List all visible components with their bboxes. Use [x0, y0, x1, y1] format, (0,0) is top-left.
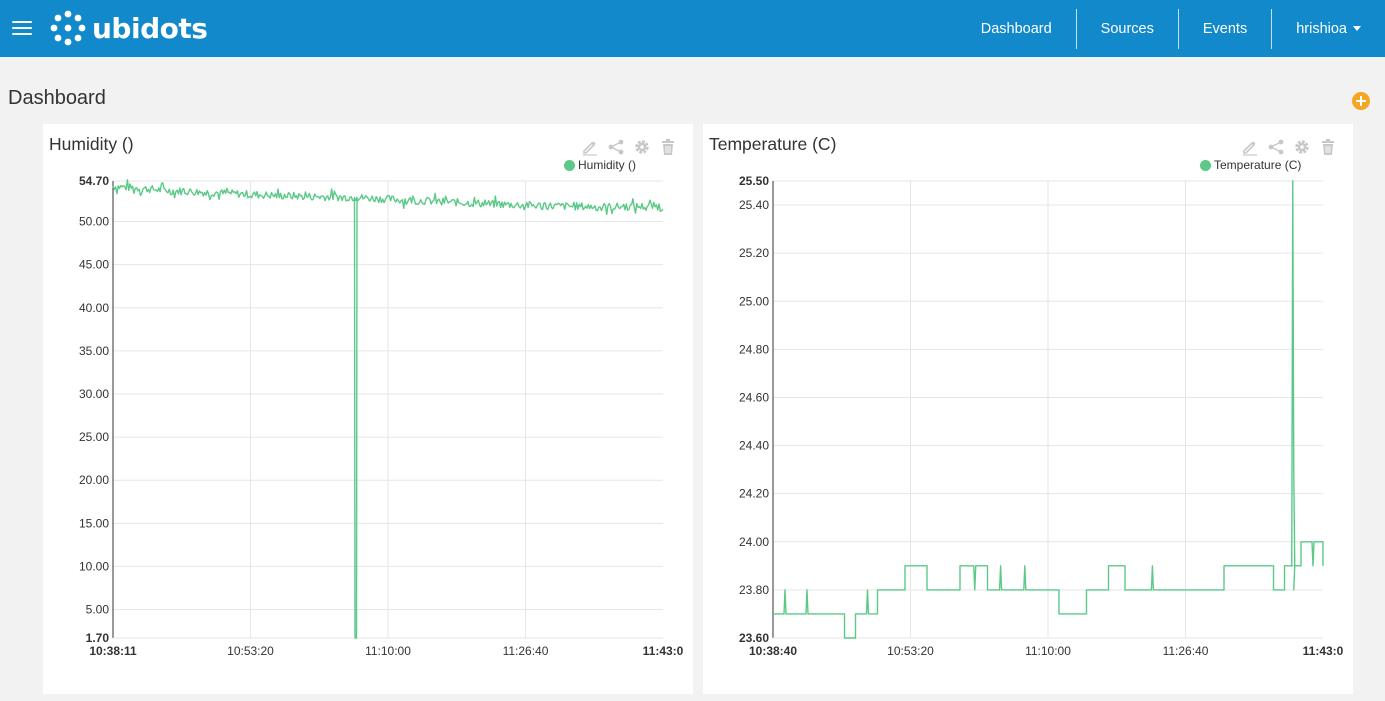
x-tick-label: 11:26:40: [503, 644, 549, 658]
chevron-down-icon: [1353, 26, 1361, 31]
x-tick-label: 11:43:0: [1303, 644, 1344, 658]
y-tick-label: 50.00: [79, 215, 109, 229]
nav-dashboard[interactable]: Dashboard: [957, 9, 1076, 49]
y-tick-label: 35.00: [79, 344, 109, 358]
temperature-widget: Temperature (C) Temperature (C) 23.60 23.…: [703, 124, 1353, 694]
humidity-chart: 1.70 5.00 10.00 15.00 20.00 25.00 30.00 35.00 40…: [79, 174, 684, 658]
logo-text: ubidots: [92, 11, 208, 45]
x-tick-label: 11:10:00: [1025, 644, 1071, 658]
y-tick-label: 24.80: [739, 342, 769, 356]
y-tick-label: 45.00: [79, 258, 109, 272]
nav-events[interactable]: Events: [1177, 8, 1271, 49]
y-tick-label: 25.20: [739, 246, 769, 260]
add-widget-button[interactable]: [1352, 92, 1370, 110]
y-tick-label: 25.00: [79, 430, 109, 444]
y-tick-label: 54.70: [79, 174, 109, 188]
user-name: hrishioa: [1296, 20, 1347, 37]
temperature-chart: 23.60 23.80 24.00 24.20 24.40 24.60 24.80 25.00…: [739, 174, 1344, 658]
y-tick-label: 24.60: [739, 390, 769, 404]
y-tick-label: 25.50: [739, 174, 769, 188]
y-tick-label: 24.40: [739, 439, 769, 453]
y-tick-label: 1.70: [86, 631, 110, 645]
x-tick-label: 10:38:40: [749, 644, 797, 658]
x-tick-label: 10:53:20: [887, 644, 934, 658]
x-tick-label: 10:53:20: [227, 644, 274, 658]
ubidots-logo[interactable]: ubidots: [50, 9, 208, 47]
page-title: Dashboard: [8, 87, 106, 109]
y-tick-label: 25.00: [739, 294, 769, 308]
y-tick-label: 25.40: [739, 198, 769, 212]
y-tick-label: 23.60: [739, 631, 769, 645]
y-tick-label: 15.00: [79, 516, 109, 530]
y-tick-label: 23.80: [739, 583, 769, 597]
main-nav: Dashboard Sources Events hrishioa: [957, 0, 1385, 57]
humidity-widget: Humidity () Humidity () 1.70 5.00 10.00 15.…: [43, 124, 693, 694]
y-tick-label: 24.00: [739, 535, 769, 549]
top-navbar: ubidots Dashboard Sources Events hrishio…: [0, 0, 1385, 57]
y-tick-label: 24.20: [739, 487, 769, 501]
logo-dots-icon: [50, 10, 86, 46]
nav-sources[interactable]: Sources: [1075, 8, 1178, 49]
x-tick-label: 11:43:0: [643, 644, 684, 658]
y-tick-label: 20.00: [79, 473, 109, 487]
x-tick-label: 11:10:00: [365, 644, 411, 658]
y-tick-label: 10.00: [79, 559, 109, 573]
x-tick-label: 11:26:40: [1163, 644, 1209, 658]
menu-icon[interactable]: [12, 21, 32, 36]
y-tick-label: 40.00: [79, 301, 109, 315]
x-tick-label: 10:38:11: [89, 644, 137, 658]
y-tick-label: 30.00: [79, 387, 109, 401]
y-tick-label: 5.00: [86, 603, 110, 617]
user-menu[interactable]: hrishioa: [1271, 8, 1385, 49]
